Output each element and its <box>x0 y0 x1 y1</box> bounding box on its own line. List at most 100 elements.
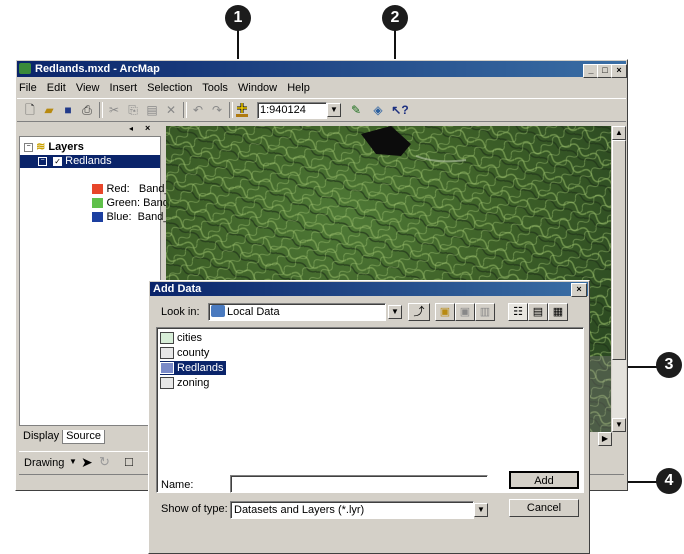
scale-field[interactable]: 1:940124 <box>257 102 327 119</box>
look-in-combo[interactable]: Local Data <box>208 303 386 321</box>
whats-this-icon[interactable]: ↖? <box>391 101 409 119</box>
drawing-toolbar: Drawing ▼ ➤ ↻ □ <box>19 451 161 475</box>
show-of-type-combo[interactable]: Datasets and Layers (*.lyr) <box>230 501 474 519</box>
toc-pin-icon[interactable]: ◂ <box>129 124 133 133</box>
menu-help[interactable]: Help <box>287 82 310 94</box>
delete-icon[interactable]: ▥ <box>475 303 495 321</box>
thumbnails-view-icon[interactable]: ▦ <box>548 303 568 321</box>
point-layer-icon <box>160 332 174 345</box>
menu-view[interactable]: View <box>76 82 100 94</box>
new-icon[interactable]: 🗋 <box>21 101 39 119</box>
list-item-zoning[interactable]: zoning <box>160 376 209 390</box>
undo-icon[interactable]: ↶ <box>189 101 207 119</box>
raster-icon <box>160 362 174 375</box>
menu-tools[interactable]: Tools <box>202 82 228 94</box>
layer-visibility-checkbox[interactable]: ✓ <box>53 156 63 166</box>
add-button[interactable]: Add <box>509 471 579 489</box>
toc-close-icon[interactable]: × <box>145 123 150 133</box>
list-item-label: Redlands <box>177 362 224 374</box>
look-in-label: Look in: <box>161 306 200 318</box>
show-of-type-dropdown-arrow[interactable]: ▼ <box>474 503 488 517</box>
disconnect-folder-icon[interactable]: ▣ <box>455 303 475 321</box>
list-item-label: cities <box>177 332 203 344</box>
dialog-titlebar: Add Data × <box>150 282 588 297</box>
scroll-right-button[interactable]: ▶ <box>598 432 612 446</box>
cancel-button[interactable]: Cancel <box>509 499 579 517</box>
file-list: cities county Redlands zoning <box>156 327 584 493</box>
blue-band-swatch <box>92 212 104 223</box>
copy-icon[interactable]: ⎘ <box>124 101 142 119</box>
window-title: Redlands.mxd - ArcMap <box>35 63 160 75</box>
callout-1: 1 <box>225 5 251 31</box>
menu-edit[interactable]: Edit <box>47 82 66 94</box>
toc-tabs: Display Source <box>20 430 105 444</box>
arcmap-icon <box>19 63 31 74</box>
rectangle-icon[interactable]: □ <box>125 454 133 469</box>
toc-layers-node[interactable]: − ≋ Layers <box>24 141 84 154</box>
drawing-menu[interactable]: Drawing <box>24 457 64 469</box>
name-label: Name: <box>161 479 194 491</box>
scroll-down-button[interactable]: ▼ <box>612 418 626 432</box>
paste-icon[interactable]: ▤ <box>143 101 161 119</box>
name-field[interactable] <box>230 475 488 493</box>
rotate-icon[interactable]: ↻ <box>99 454 110 470</box>
redo-icon[interactable]: ↷ <box>208 101 226 119</box>
dialog-title: Add Data <box>153 283 202 295</box>
up-one-level-icon[interactable]: ⤴ <box>408 303 430 321</box>
toolbar-separator <box>99 102 103 118</box>
list-item-label: zoning <box>177 377 210 389</box>
select-elements-icon[interactable]: ➤ <box>81 454 93 471</box>
map-vertical-scrollbar[interactable]: ▲ ▼ <box>612 126 626 432</box>
dialog-close-button[interactable]: × <box>571 283 587 297</box>
callout-2: 2 <box>382 5 408 31</box>
toc-root-label: Layers <box>48 141 84 153</box>
list-view-icon[interactable]: ☷ <box>508 303 528 321</box>
tab-display[interactable]: Display <box>20 430 62 443</box>
list-item-label: county <box>177 347 210 359</box>
polygon-layer-icon <box>160 347 174 360</box>
scroll-up-button[interactable]: ▲ <box>612 126 626 140</box>
save-icon[interactable]: ■ <box>59 101 77 119</box>
list-item-county[interactable]: county <box>160 346 209 360</box>
toc-band-green: Green: Band_2 <box>68 184 181 209</box>
menu-selection[interactable]: Selection <box>147 82 192 94</box>
editor-toolbar-icon[interactable]: ✎ <box>347 101 365 119</box>
chevron-down-icon[interactable]: ▼ <box>69 457 77 466</box>
callout-3: 3 <box>656 352 682 378</box>
details-view-icon[interactable]: ▤ <box>528 303 548 321</box>
list-item-redlands[interactable]: Redlands <box>160 361 227 375</box>
toc-band-red: Red: Band_1 <box>68 170 177 195</box>
scroll-thumb[interactable] <box>612 140 626 360</box>
window-titlebar: Redlands.mxd - ArcMap _ □ × <box>17 61 627 78</box>
delete-icon[interactable]: ✕ <box>162 101 180 119</box>
connect-folder-icon[interactable]: ▣ <box>435 303 455 321</box>
show-of-type-label: Show of type: <box>161 503 228 515</box>
menu-window[interactable]: Window <box>238 82 277 94</box>
table-of-contents: ◂ × − ≋ Layers − ✓ Redlands Red: Band_1 … <box>19 123 181 498</box>
look-in-value: Local Data <box>227 306 280 318</box>
toc-layer-redlands[interactable]: − ✓ Redlands <box>20 155 160 168</box>
menu-bar: File Edit View Insert Selection Tools Wi… <box>19 80 619 96</box>
menu-insert[interactable]: Insert <box>110 82 138 94</box>
add-data-dialog: Add Data × Look in: Local Data ▼ ⤴ ▣ ▣ ▥… <box>148 280 590 554</box>
look-in-dropdown-arrow[interactable]: ▼ <box>388 305 402 319</box>
add-data-button[interactable] <box>233 101 251 119</box>
list-item-cities[interactable]: cities <box>160 331 202 345</box>
toc-header: ◂ × <box>19 123 161 134</box>
menu-file[interactable]: File <box>19 82 37 94</box>
arccatalog-icon[interactable]: ◈ <box>369 101 387 119</box>
cut-icon[interactable]: ✂ <box>105 101 123 119</box>
toc-band-blue: Blue: Band_3 <box>68 198 176 223</box>
collapse-icon[interactable]: − <box>38 156 47 166</box>
toc-tree: − ≋ Layers − ✓ Redlands Red: Band_1 Gree… <box>19 136 181 426</box>
tab-source[interactable]: Source <box>62 430 105 444</box>
polygon-layer-icon <box>160 377 174 390</box>
local-data-icon <box>211 305 225 317</box>
standard-toolbar: 🗋 ▰ ■ ⎙ ✂ ⎘ ▤ ✕ ↶ ↷ 1:940124 ▼ ✎ ◈ ↖? <box>17 98 626 122</box>
scale-dropdown-arrow[interactable]: ▼ <box>327 103 341 117</box>
collapse-icon[interactable]: − <box>24 142 33 152</box>
print-icon[interactable]: ⎙ <box>78 101 96 119</box>
close-button[interactable]: × <box>611 64 627 78</box>
layers-icon: ≋ <box>36 141 46 153</box>
open-icon[interactable]: ▰ <box>40 101 58 119</box>
